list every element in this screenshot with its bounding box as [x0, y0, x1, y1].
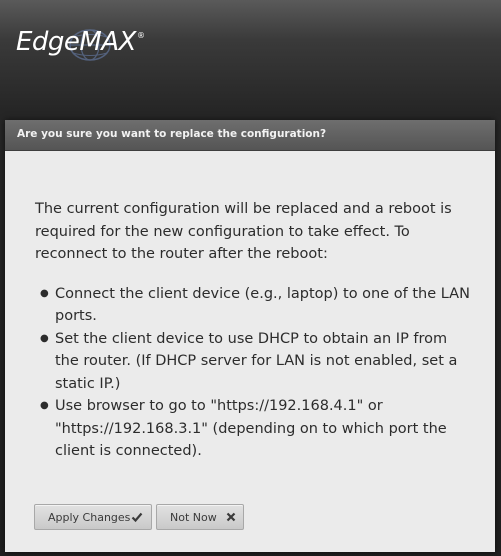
- dialog-title: Are you sure you want to replace the con…: [17, 128, 327, 140]
- top-header: EdgeMAX®: [0, 0, 501, 120]
- not-now-button[interactable]: Not Now: [156, 504, 244, 530]
- step-text: Set the client device to use DHCP to obt…: [55, 330, 458, 392]
- list-item: ● Connect the client device (e.g., laptop…: [35, 283, 475, 328]
- bullet-icon: ●: [40, 287, 49, 299]
- checkmark-icon: [131, 512, 143, 523]
- close-x-icon: [226, 512, 236, 522]
- app-window: EdgeMAX® Are you sure you want to replac…: [0, 0, 501, 556]
- apply-changes-label: Apply Changes: [48, 511, 131, 524]
- edgemax-logo: EdgeMAX®: [16, 22, 156, 64]
- apply-changes-button[interactable]: Apply Changes: [34, 504, 152, 530]
- intro-text: The current configuration will be replac…: [35, 201, 452, 262]
- step-text: Connect the client device (e.g., laptop)…: [55, 285, 470, 325]
- list-item: ● Set the client device to use DHCP to ob…: [35, 328, 475, 396]
- brand-wordmark: EdgeMAX®: [16, 27, 145, 57]
- bullet-icon: ●: [40, 400, 49, 411]
- confirm-replace-dialog: Are you sure you want to replace the con…: [5, 120, 495, 552]
- dialog-titlebar: Are you sure you want to replace the con…: [5, 120, 495, 151]
- trademark-symbol: ®: [136, 31, 145, 40]
- not-now-label: Not Now: [170, 511, 217, 524]
- bullet-icon: ●: [40, 332, 49, 344]
- step-text: Use browser to go to "https://192.168.4.…: [55, 398, 447, 459]
- dialog-message: The current configuration will be replac…: [35, 198, 475, 463]
- list-item: ● Use browser to go to "https://192.168.4…: [35, 395, 475, 463]
- reconnect-steps-list: ● Connect the client device (e.g., laptop…: [35, 283, 475, 463]
- brand-name: EdgeMAX: [16, 27, 136, 57]
